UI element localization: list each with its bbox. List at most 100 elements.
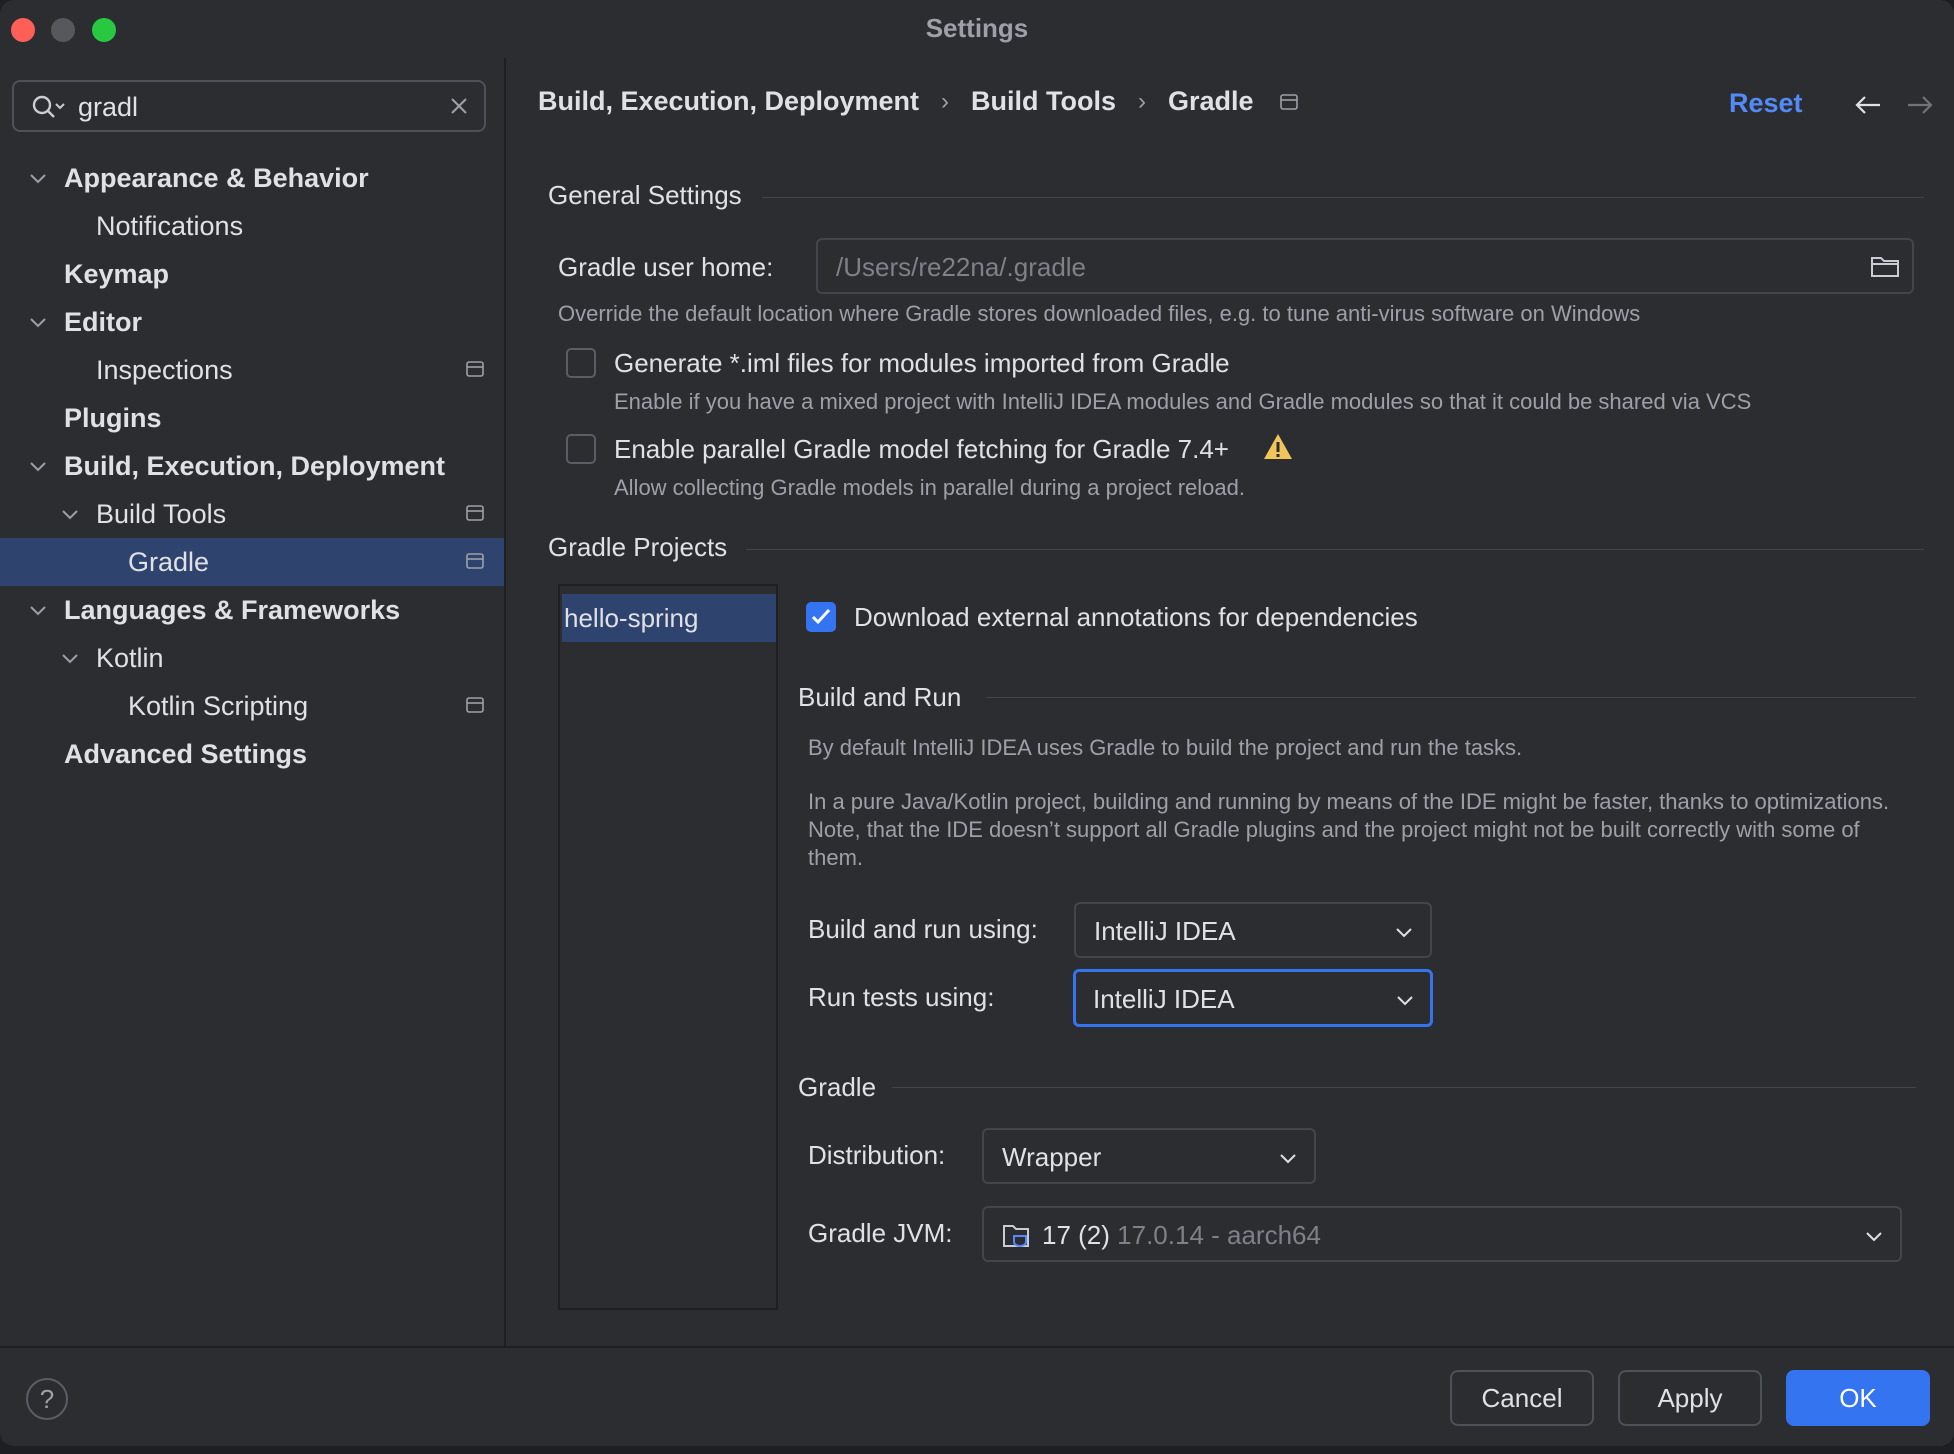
sidebar-item-editor[interactable]: Editor: [0, 298, 504, 346]
sidebar-item-plugins[interactable]: Plugins: [0, 394, 504, 442]
gradle-jvm-select[interactable]: 17 (2) 17.0.14 - aarch64: [982, 1206, 1902, 1262]
sidebar-item-advanced-settings[interactable]: Advanced Settings: [0, 730, 504, 778]
maximize-window-button[interactable]: [92, 18, 116, 42]
folder-icon[interactable]: [1870, 254, 1900, 278]
sidebar-item-label: Languages & Frameworks: [64, 594, 401, 625]
project-level-icon: [466, 697, 484, 713]
section-divider: [762, 197, 1924, 198]
section-title-projects: Gradle Projects: [548, 532, 728, 562]
run-tests-using-label: Run tests using:: [808, 982, 995, 1012]
project-list-item[interactable]: hello-spring: [562, 594, 776, 642]
section-divider: [746, 549, 1924, 550]
download-annotations-label[interactable]: Download external annotations for depend…: [854, 602, 1418, 633]
generate-iml-checkbox[interactable]: [566, 348, 596, 378]
distribution-label: Distribution:: [808, 1140, 946, 1170]
sidebar-item-notifications[interactable]: Notifications: [0, 202, 504, 250]
warning-icon: [1264, 434, 1292, 459]
checkmark-icon: [811, 608, 831, 625]
run-tests-using-select[interactable]: IntelliJ IDEA: [1073, 969, 1433, 1027]
section-divider: [892, 1087, 1916, 1088]
download-annotations-checkbox[interactable]: [806, 602, 836, 632]
chevron-down-icon: [1397, 996, 1413, 1006]
sidebar-item-label: Advanced Settings: [64, 738, 308, 769]
generate-iml-hint: Enable if you have a mixed project with …: [614, 389, 1752, 414]
ok-button[interactable]: OK: [1786, 1370, 1930, 1426]
build-run-note: In a pure Java/Kotlin project, building …: [808, 789, 1890, 870]
forward-arrow-icon[interactable]: [1906, 94, 1934, 116]
run-tests-using-value: IntelliJ IDEA: [1093, 984, 1235, 1014]
chevron-down-icon[interactable]: [60, 504, 80, 524]
gradle-home-field[interactable]: /Users/re22na/.gradle: [816, 238, 1914, 294]
sidebar-item-build-tools[interactable]: Build Tools: [0, 490, 504, 538]
parallel-fetching-hint: Allow collecting Gradle models in parall…: [614, 475, 1245, 500]
sidebar-item-label: Inspections: [96, 354, 233, 385]
chevron-down-icon[interactable]: [28, 456, 48, 476]
settings-window: Settings gradl Appearance & Behavior Not…: [0, 0, 1954, 1446]
build-run-using-value: IntelliJ IDEA: [1094, 916, 1236, 946]
minimize-window-button[interactable]: [51, 18, 75, 42]
sidebar-item-label: Editor: [64, 306, 142, 337]
jdk-folder-icon: [1003, 1225, 1029, 1247]
help-button[interactable]: ?: [26, 1378, 68, 1420]
sidebar-item-label: Gradle: [128, 546, 210, 577]
breadcrumb-item[interactable]: Build Tools: [971, 86, 1116, 117]
sidebar-item-keymap[interactable]: Keymap: [0, 250, 504, 298]
gradle-home-label: Gradle user home:: [558, 252, 774, 282]
sidebar-item-kotlin[interactable]: Kotlin: [0, 634, 504, 682]
section-divider: [986, 697, 1916, 698]
sidebar-item-kotlin-scripting[interactable]: Kotlin Scripting: [0, 682, 504, 730]
distribution-value: Wrapper: [1002, 1142, 1102, 1172]
window-title: Settings: [925, 12, 1029, 43]
project-list: hello-spring: [558, 584, 778, 1310]
reset-link[interactable]: Reset: [1729, 88, 1803, 119]
jvm-version: 17 (2): [1042, 1220, 1110, 1250]
project-level-icon: [466, 361, 484, 377]
cancel-button[interactable]: Cancel: [1450, 1370, 1594, 1426]
section-title-general: General Settings: [548, 180, 742, 210]
breadcrumb-item: Gradle: [1168, 86, 1254, 116]
search-icon: [32, 95, 65, 118]
gradle-jvm-value: 17 (2) 17.0.14 - aarch64: [1042, 1220, 1321, 1251]
breadcrumb-item[interactable]: Build, Execution, Deployment: [538, 86, 919, 117]
sidebar-item-gradle[interactable]: Gradle: [0, 538, 504, 586]
main-panel: Build, Execution, Deployment › Build Too…: [506, 58, 1954, 1346]
build-run-using-label: Build and run using:: [808, 914, 1038, 944]
gradle-jvm-label: Gradle JVM:: [808, 1218, 953, 1248]
parallel-fetching-label[interactable]: Enable parallel Gradle model fetching fo…: [614, 434, 1229, 465]
sidebar-item-label: Kotlin Scripting: [128, 690, 309, 721]
sidebar-item-label: Keymap: [64, 258, 170, 289]
chevron-down-icon[interactable]: [28, 312, 48, 332]
back-arrow-icon[interactable]: [1854, 94, 1882, 116]
sidebar-item-build-execution-deployment[interactable]: Build, Execution, Deployment: [0, 442, 504, 490]
parallel-fetching-checkbox[interactable]: [566, 434, 596, 464]
chevron-down-icon[interactable]: [60, 648, 80, 668]
build-run-description: By default IntelliJ IDEA uses Gradle to …: [808, 735, 1523, 760]
chevron-down-icon: [1866, 1232, 1882, 1242]
build-run-using-select[interactable]: IntelliJ IDEA: [1074, 902, 1432, 958]
search-value: gradl: [78, 92, 139, 122]
dialog-footer: ? Cancel Apply OK: [0, 1346, 1954, 1446]
apply-button[interactable]: Apply: [1618, 1370, 1762, 1426]
distribution-select[interactable]: Wrapper: [982, 1128, 1316, 1184]
close-window-button[interactable]: [11, 18, 35, 42]
search-input[interactable]: gradl: [12, 80, 486, 132]
gradle-home-hint: Override the default location where Grad…: [558, 301, 1641, 326]
clear-search-icon[interactable]: [448, 95, 470, 117]
generate-iml-label[interactable]: Generate *.iml files for modules importe…: [614, 348, 1230, 379]
chevron-down-icon: [1396, 928, 1412, 938]
sidebar-item-appearance-behavior[interactable]: Appearance & Behavior: [0, 154, 504, 202]
section-title-build-run: Build and Run: [798, 682, 962, 712]
chevron-down-icon[interactable]: [28, 600, 48, 620]
sidebar-item-languages-frameworks[interactable]: Languages & Frameworks: [0, 586, 504, 634]
chevron-down-icon[interactable]: [28, 168, 48, 188]
project-level-icon: [466, 553, 484, 569]
title-bar: Settings: [0, 0, 1954, 58]
chevron-down-icon: [1280, 1154, 1296, 1164]
sidebar-item-label: Plugins: [64, 402, 162, 433]
sidebar-item-inspections[interactable]: Inspections: [0, 346, 504, 394]
sidebar: gradl Appearance & Behavior Notification…: [0, 58, 506, 1346]
sidebar-item-label: Build, Execution, Deployment: [64, 450, 446, 481]
sidebar-item-label: Notifications: [96, 210, 244, 241]
gradle-home-placeholder: /Users/re22na/.gradle: [836, 252, 1087, 282]
sidebar-item-label: Appearance & Behavior: [64, 162, 369, 193]
